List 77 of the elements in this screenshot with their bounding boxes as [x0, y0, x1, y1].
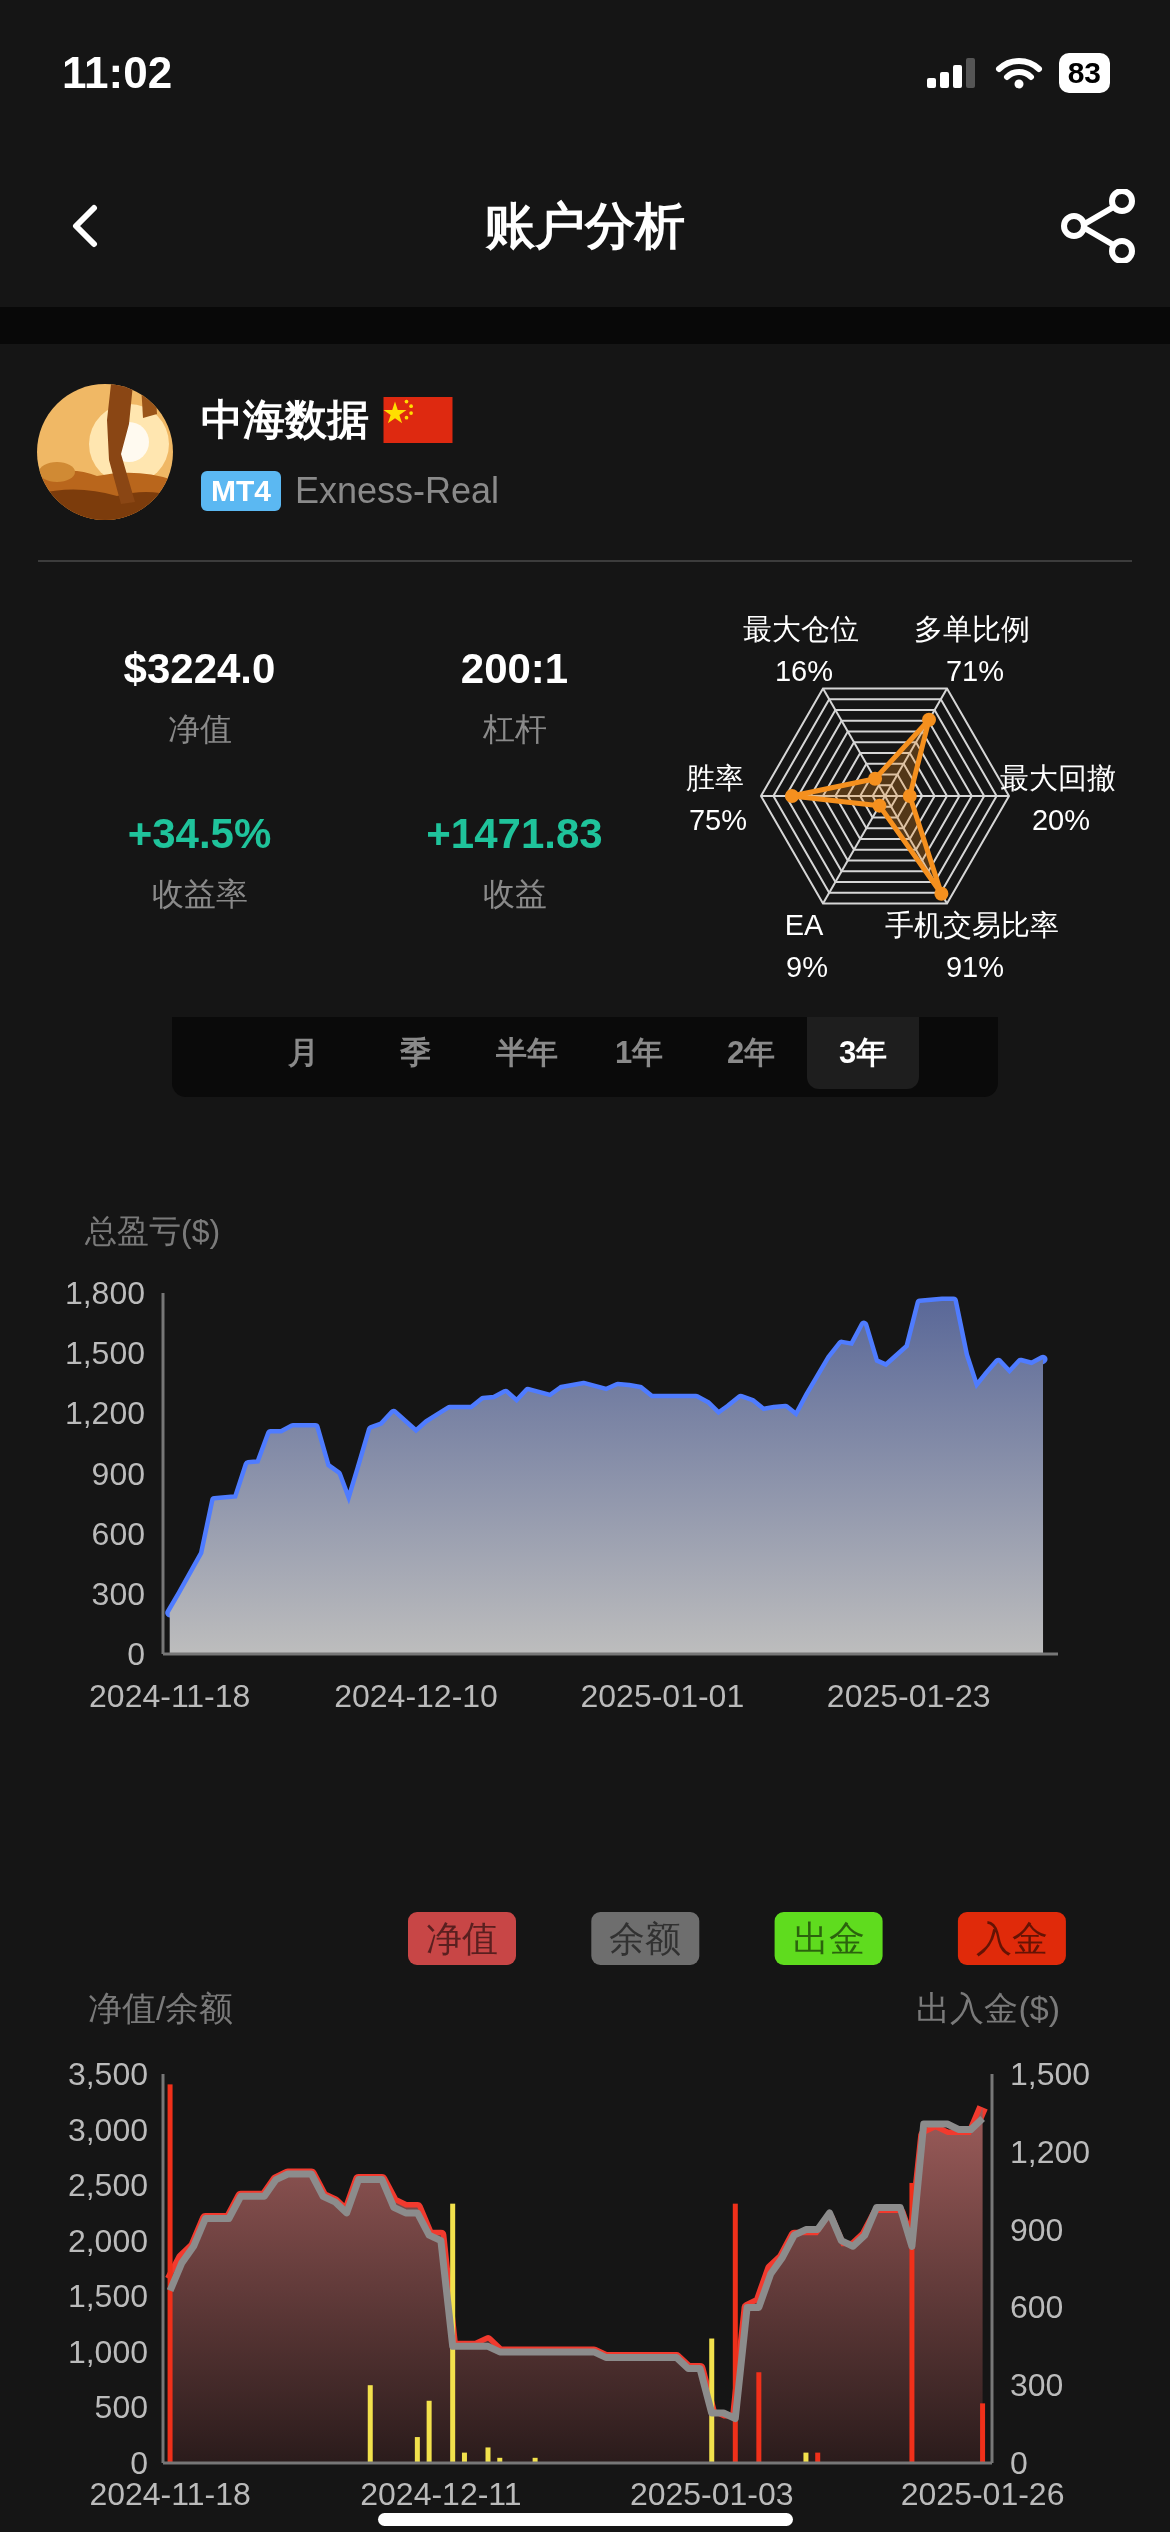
back-icon[interactable]	[70, 204, 100, 248]
axis-label: 300	[91, 1575, 145, 1612]
axis-label: 3,500	[67, 2056, 148, 2092]
axis-label: 3,000	[67, 2111, 148, 2148]
axis-label: 2,000	[67, 2222, 148, 2259]
period-tab[interactable]: 3年	[807, 1017, 919, 1089]
axis-label: 1,500	[67, 2278, 148, 2315]
bar	[461, 2452, 467, 2463]
bar	[803, 2452, 809, 2463]
legend-item: 入金	[957, 1912, 1066, 1965]
period-tab[interactable]: 2年	[695, 1017, 807, 1089]
stat-value: +34.5%	[127, 809, 272, 859]
period-tab[interactable]: 半年	[471, 1017, 583, 1089]
radar-value: 16%	[775, 655, 833, 687]
legend-item: 出金	[774, 1912, 883, 1965]
stat-label: 杠杆	[482, 710, 547, 749]
axis-title: 净值/余额	[88, 1989, 234, 2027]
axis-label: 2025-01-23	[826, 1678, 991, 1714]
bar	[426, 2400, 432, 2463]
axis-label: 0	[127, 1636, 145, 1672]
bar	[532, 2457, 538, 2463]
bar	[414, 2437, 420, 2463]
axis-label: 600	[1010, 2289, 1064, 2326]
radar-label: EA	[784, 909, 824, 941]
period-tab[interactable]: 季	[359, 1017, 471, 1089]
axis-label: 2024-12-10	[334, 1678, 498, 1714]
axis-label: 2025-01-01	[580, 1678, 745, 1714]
radar-label: 手机交易比率	[885, 909, 1059, 941]
radar-label: 胜率	[686, 762, 744, 794]
axis-label: 1,800	[64, 1275, 145, 1311]
stat-value: +1471.83	[426, 809, 603, 859]
radar-value: 75%	[689, 804, 747, 836]
axis-label: 2025-01-03	[629, 2476, 794, 2512]
platform-badge: MT4	[201, 471, 281, 511]
radar-label: 最大回撤	[1000, 762, 1116, 794]
wifi-icon	[994, 55, 1043, 90]
share-icon[interactable]	[1060, 189, 1138, 263]
legend-item: 净值	[408, 1912, 516, 1965]
axis-label: 2024-12-11	[360, 2476, 522, 2512]
flag-icon	[383, 397, 453, 443]
radar-value: 9%	[786, 951, 828, 983]
page-title: 账户分析	[485, 196, 685, 256]
axis-label: 900	[1010, 2211, 1064, 2248]
bar	[815, 2452, 821, 2463]
period-tab[interactable]: 月	[247, 1017, 359, 1089]
account-name: 中海数据	[201, 395, 369, 445]
axis-title: 出入金($)	[916, 1989, 1060, 2027]
axis-label: 300	[1010, 2367, 1064, 2404]
axis-title: 总盈亏($)	[85, 1213, 221, 1249]
stat-label: 收益率	[151, 875, 248, 914]
stat-label: 收益	[482, 875, 547, 914]
axis-label: 600	[91, 1515, 145, 1552]
axis-label: 900	[91, 1455, 145, 1492]
stat-value: 200:1	[460, 644, 569, 694]
axis-label: 1,500	[64, 1335, 145, 1372]
stat-label: 净值	[167, 710, 232, 749]
axis-label: 1,500	[1010, 2056, 1091, 2092]
radar-label: 多单比例	[914, 613, 1030, 645]
bar	[497, 2457, 503, 2463]
axis-label: 1,000	[67, 2333, 148, 2370]
server-name: Exness-Real	[295, 470, 500, 512]
radar-value: 91%	[946, 951, 1004, 983]
axis-label: 2,500	[67, 2167, 148, 2204]
radar-label: 最大仓位	[743, 613, 859, 645]
bar	[485, 2447, 491, 2463]
stat-value: $3224.0	[123, 644, 276, 694]
radar-value: 71%	[946, 655, 1004, 687]
axis-label: 1,200	[64, 1395, 145, 1432]
bar	[980, 2403, 986, 2463]
legend-item: 余额	[591, 1912, 700, 1965]
radar-value: 20%	[1032, 804, 1090, 836]
clock-time: 11:02	[62, 47, 173, 98]
axis-label: 2024-11-18	[89, 1678, 251, 1714]
axis-label: 500	[94, 2389, 148, 2426]
battery-indicator: 83	[1058, 52, 1110, 93]
axis-label: 1,200	[1010, 2133, 1091, 2170]
period-tab[interactable]: 1年	[583, 1017, 695, 1089]
